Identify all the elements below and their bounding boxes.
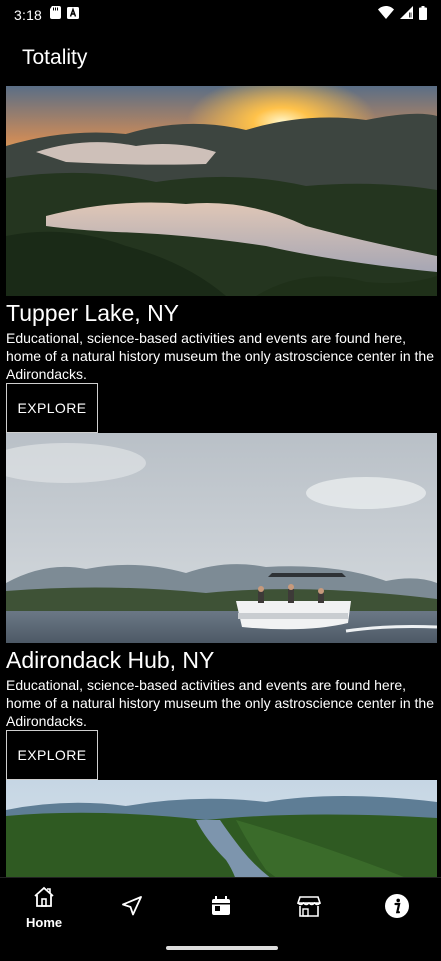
navigation-icon: [120, 894, 144, 923]
card-title: Adirondack Hub, NY: [6, 647, 215, 673]
nav-label-home: Home: [26, 915, 63, 930]
destination-card: Tupper Lake, NY Educational, science-bas…: [6, 86, 437, 433]
destination-card: [6, 780, 437, 877]
home-icon: [32, 886, 56, 913]
card-title: Tupper Lake, NY: [6, 300, 180, 326]
wifi-icon: [378, 6, 394, 24]
a-badge-icon: [67, 6, 80, 24]
app-title: Totality: [22, 46, 88, 69]
nav-item-store[interactable]: [265, 878, 353, 938]
store-icon: [296, 895, 321, 922]
status-bar: 3:18: [0, 0, 441, 30]
status-time: 3:18: [14, 7, 43, 23]
card-description: Educational, science-based activities an…: [6, 677, 434, 729]
bottom-navigation: Home: [0, 877, 441, 961]
explore-button[interactable]: EXPLORE: [6, 730, 98, 780]
destination-card: Adirondack Hub, NY Educational, science-…: [6, 433, 437, 780]
app-bar: Totality: [0, 30, 441, 86]
nav-item-calendar[interactable]: [176, 878, 264, 938]
card-image-sunset-lake[interactable]: [6, 86, 437, 296]
calendar-icon: [210, 895, 232, 922]
explore-button[interactable]: EXPLORE: [6, 383, 98, 433]
battery-icon: [419, 5, 427, 25]
card-image-aerial-lake[interactable]: [6, 780, 437, 877]
signal-icon: [400, 6, 413, 24]
destination-feed[interactable]: Tupper Lake, NY Educational, science-bas…: [6, 86, 437, 877]
gesture-handle[interactable]: [166, 946, 278, 950]
nav-item-home[interactable]: Home: [0, 878, 88, 938]
card-image-pontoon-boat[interactable]: [6, 433, 437, 643]
info-icon: [384, 893, 410, 924]
nav-item-navigation[interactable]: [88, 878, 176, 938]
nav-item-info[interactable]: [353, 878, 441, 938]
card-description: Educational, science-based activities an…: [6, 330, 434, 382]
sd-card-icon: [50, 6, 62, 24]
